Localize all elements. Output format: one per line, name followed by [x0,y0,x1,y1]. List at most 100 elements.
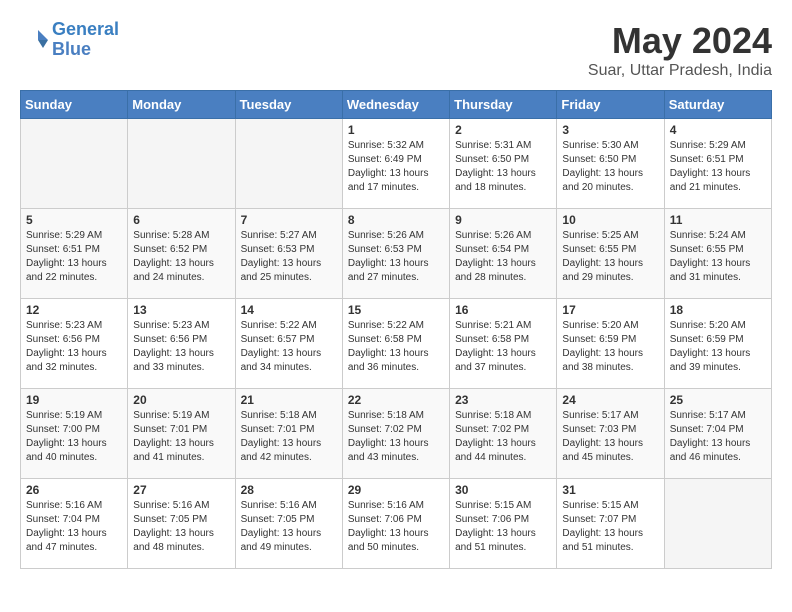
table-row: 4 Sunrise: 5:29 AMSunset: 6:51 PMDaylight… [664,119,771,209]
day-number: 5 [26,213,122,227]
day-number: 24 [562,393,658,407]
table-row: 23 Sunrise: 5:18 AMSunset: 7:02 PMDayligh… [450,389,557,479]
day-number: 25 [670,393,766,407]
day-number: 4 [670,123,766,137]
day-info: Sunrise: 5:22 AMSunset: 6:57 PMDaylight:… [241,319,337,375]
day-info: Sunrise: 5:15 AMSunset: 7:06 PMDaylight:… [455,499,551,555]
day-info: Sunrise: 5:20 AMSunset: 6:59 PMDaylight:… [670,319,766,375]
day-info: Sunrise: 5:26 AMSunset: 6:53 PMDaylight:… [348,229,444,285]
day-info: Sunrise: 5:18 AMSunset: 7:02 PMDaylight:… [455,409,551,465]
col-monday: Monday [128,91,235,119]
table-row: 7 Sunrise: 5:27 AMSunset: 6:53 PMDaylight… [235,209,342,299]
day-number: 18 [670,303,766,317]
table-row: 24 Sunrise: 5:17 AMSunset: 7:03 PMDayligh… [557,389,664,479]
day-info: Sunrise: 5:31 AMSunset: 6:50 PMDaylight:… [455,139,551,195]
col-saturday: Saturday [664,91,771,119]
day-number: 22 [348,393,444,407]
day-info: Sunrise: 5:25 AMSunset: 6:55 PMDaylight:… [562,229,658,285]
logo-line2: Blue [52,39,91,59]
col-sunday: Sunday [21,91,128,119]
day-info: Sunrise: 5:17 AMSunset: 7:04 PMDaylight:… [670,409,766,465]
day-number: 7 [241,213,337,227]
title-area: May 2024 Suar, Uttar Pradesh, India [588,20,772,80]
day-number: 20 [133,393,229,407]
day-info: Sunrise: 5:28 AMSunset: 6:52 PMDaylight:… [133,229,229,285]
calendar-week-row: 12 Sunrise: 5:23 AMSunset: 6:56 PMDayligh… [21,299,772,389]
table-row: 12Sunrise: 5:23 AMSunset: 6:56 PMDayligh… [21,299,128,389]
table-row: 5 Sunrise: 5:29 AMSunset: 6:51 PMDaylight… [21,209,128,299]
day-info: Sunrise: 5:29 AMSunset: 6:51 PMDaylight:… [26,229,122,285]
table-row: 14 Sunrise: 5:22 AMSunset: 6:57 PMDayligh… [235,299,342,389]
logo-icon [20,26,48,54]
day-info: Sunrise: 5:32 AMSunset: 6:49 PMDaylight:… [348,139,444,195]
table-row: 18 Sunrise: 5:20 AMSunset: 6:59 PMDayligh… [664,299,771,389]
day-info: Sunrise: 5:19 AMSunset: 7:01 PMDaylight:… [133,409,229,465]
day-number: 12 [26,303,122,317]
day-info: Sunrise: 5:26 AMSunset: 6:54 PMDaylight:… [455,229,551,285]
day-number: 1 [348,123,444,137]
calendar-header-row: Sunday Monday Tuesday Wednesday Thursday… [21,91,772,119]
day-info: Sunrise: 5:16 AMSunset: 7:05 PMDaylight:… [241,499,337,555]
table-row [128,119,235,209]
day-info: Sunrise: 5:16 AMSunset: 7:04 PMDaylight:… [26,499,122,555]
table-row: 6 Sunrise: 5:28 AMSunset: 6:52 PMDaylight… [128,209,235,299]
header: General Blue May 2024 Suar, Uttar Prades… [20,20,772,80]
day-number: 3 [562,123,658,137]
calendar-table: Sunday Monday Tuesday Wednesday Thursday… [20,90,772,569]
day-info: Sunrise: 5:23 AMSunset: 6:56 PMDaylight:… [133,319,229,375]
day-info: Sunrise: 5:15 AMSunset: 7:07 PMDaylight:… [562,499,658,555]
day-number: 9 [455,213,551,227]
day-number: 26 [26,483,122,497]
logo-text: General Blue [52,20,119,60]
calendar-week-row: 26 Sunrise: 5:16 AMSunset: 7:04 PMDayligh… [21,479,772,569]
day-number: 14 [241,303,337,317]
day-info: Sunrise: 5:17 AMSunset: 7:03 PMDaylight:… [562,409,658,465]
logo: General Blue [20,20,119,60]
day-number: 29 [348,483,444,497]
table-row: 25 Sunrise: 5:17 AMSunset: 7:04 PMDayligh… [664,389,771,479]
table-row: 9 Sunrise: 5:26 AMSunset: 6:54 PMDaylight… [450,209,557,299]
table-row: 19Sunrise: 5:19 AMSunset: 7:00 PMDayligh… [21,389,128,479]
day-number: 17 [562,303,658,317]
table-row [235,119,342,209]
day-number: 31 [562,483,658,497]
day-info: Sunrise: 5:21 AMSunset: 6:58 PMDaylight:… [455,319,551,375]
day-info: Sunrise: 5:24 AMSunset: 6:55 PMDaylight:… [670,229,766,285]
table-row: 2 Sunrise: 5:31 AMSunset: 6:50 PMDaylight… [450,119,557,209]
calendar-subtitle: Suar, Uttar Pradesh, India [588,62,772,80]
day-number: 13 [133,303,229,317]
table-row: 30 Sunrise: 5:15 AMSunset: 7:06 PMDayligh… [450,479,557,569]
table-row: 21Sunrise: 5:18 AMSunset: 7:01 PMDayligh… [235,389,342,479]
day-number: 8 [348,213,444,227]
table-row [21,119,128,209]
table-row [664,479,771,569]
day-info: Sunrise: 5:27 AMSunset: 6:53 PMDaylight:… [241,229,337,285]
table-row: 31 Sunrise: 5:15 AMSunset: 7:07 PMDayligh… [557,479,664,569]
table-row: 29 Sunrise: 5:16 AMSunset: 7:06 PMDayligh… [342,479,449,569]
calendar-week-row: 5 Sunrise: 5:29 AMSunset: 6:51 PMDaylight… [21,209,772,299]
day-number: 10 [562,213,658,227]
table-row: 15 Sunrise: 5:22 AMSunset: 6:58 PMDayligh… [342,299,449,389]
day-info: Sunrise: 5:22 AMSunset: 6:58 PMDaylight:… [348,319,444,375]
day-number: 30 [455,483,551,497]
table-row: 27Sunrise: 5:16 AMSunset: 7:05 PMDayligh… [128,479,235,569]
day-number: 6 [133,213,229,227]
table-row: 11Sunrise: 5:24 AMSunset: 6:55 PMDayligh… [664,209,771,299]
table-row: 8 Sunrise: 5:26 AMSunset: 6:53 PMDaylight… [342,209,449,299]
table-row: 20 Sunrise: 5:19 AMSunset: 7:01 PMDayligh… [128,389,235,479]
day-number: 15 [348,303,444,317]
day-info: Sunrise: 5:16 AMSunset: 7:05 PMDaylight:… [133,499,229,555]
table-row: 16Sunrise: 5:21 AMSunset: 6:58 PMDayligh… [450,299,557,389]
calendar-title: May 2024 [588,20,772,62]
table-row: 28Sunrise: 5:16 AMSunset: 7:05 PMDayligh… [235,479,342,569]
day-info: Sunrise: 5:16 AMSunset: 7:06 PMDaylight:… [348,499,444,555]
table-row: 3Sunrise: 5:30 AMSunset: 6:50 PMDaylight… [557,119,664,209]
col-thursday: Thursday [450,91,557,119]
day-info: Sunrise: 5:29 AMSunset: 6:51 PMDaylight:… [670,139,766,195]
table-row: 17Sunrise: 5:20 AMSunset: 6:59 PMDayligh… [557,299,664,389]
day-number: 2 [455,123,551,137]
table-row: 10 Sunrise: 5:25 AMSunset: 6:55 PMDayligh… [557,209,664,299]
day-number: 23 [455,393,551,407]
col-friday: Friday [557,91,664,119]
table-row: 26 Sunrise: 5:16 AMSunset: 7:04 PMDayligh… [21,479,128,569]
